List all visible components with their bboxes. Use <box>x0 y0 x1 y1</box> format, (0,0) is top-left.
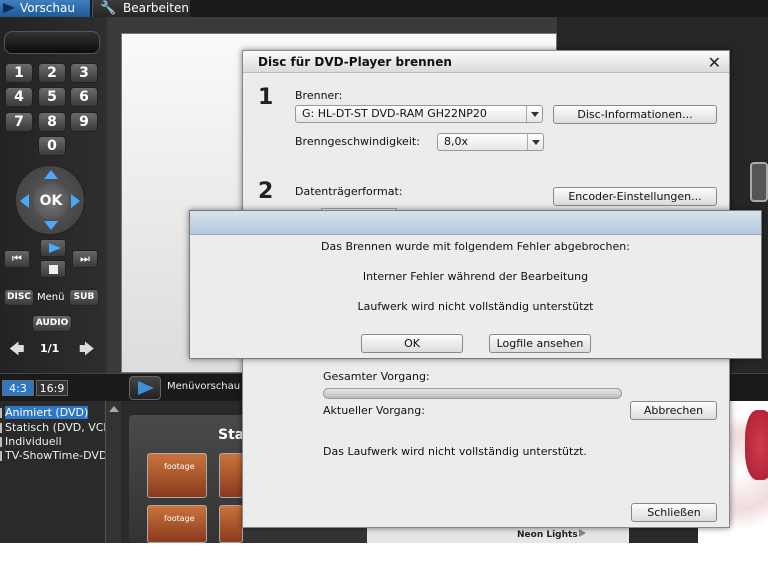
thumbnail-label: footage <box>164 514 195 523</box>
side-control[interactable] <box>750 162 768 202</box>
remote-key-7[interactable]: 7 <box>5 112 33 132</box>
step-number-2: 2 <box>258 179 274 204</box>
template-thumbnail[interactable] <box>219 453 243 498</box>
burner-label: Brenner: <box>295 89 343 102</box>
burn-dialog-titlebar: Disc für DVD-Player brennen ✕ <box>243 51 729 73</box>
error-ok-button[interactable]: OK <box>361 334 463 353</box>
menu-preview-button[interactable] <box>129 376 161 400</box>
remote-disc-button[interactable]: DISC <box>4 289 34 306</box>
step-number-1: 1 <box>258 85 274 110</box>
skip-back-icon: ⏮ <box>12 252 22 265</box>
remote-key-6[interactable]: 6 <box>70 87 98 107</box>
play-triangle-icon <box>3 3 15 13</box>
ratio-16-9-button[interactable]: 16:9 <box>36 380 68 396</box>
encoder-settings-button[interactable]: Encoder-Einstellungen... <box>553 187 717 206</box>
remote-key-0[interactable]: 0 <box>38 136 66 156</box>
template-thumbnail[interactable] <box>219 505 243 543</box>
tab-preview[interactable]: Vorschau <box>0 0 90 17</box>
ratio-4-3-button[interactable]: 4:3 <box>2 380 34 396</box>
current-progress-label: Aktueller Vorgang: <box>323 404 425 417</box>
error-message-detail: Interner Fehler während der Bearbeitung <box>362 270 589 283</box>
play-triangle-icon <box>579 529 586 537</box>
error-message-heading: Das Brennen wurde mit folgendem Fehler a… <box>321 240 630 253</box>
remote-control-panel: 1 2 3 4 5 6 7 8 9 0 OK ⏮ ⏭ DISC Menü SUB… <box>0 17 107 373</box>
close-button[interactable]: Schließen <box>631 503 717 522</box>
total-progress-label: Gesamter Vorgang: <box>323 370 430 383</box>
arrow-up-icon[interactable] <box>44 170 58 179</box>
burn-speed-label: Brenngeschwindigkeit: <box>295 135 420 148</box>
disc-format-label: Datenträgerformat: <box>295 185 403 198</box>
error-dialog-titlebar <box>190 211 761 235</box>
menu-list-scrollbar[interactable] <box>105 401 121 543</box>
arrow-right-icon[interactable] <box>71 194 80 208</box>
error-dialog: Das Brennen wurde mit folgendem Fehler a… <box>189 210 762 359</box>
view-logfile-button[interactable]: Logfile ansehen <box>489 334 591 353</box>
total-progress-bar <box>323 388 622 399</box>
burner-select[interactable]: G: HL-DT-ST DVD-RAM GH22NP20 <box>295 105 543 123</box>
remote-page-counter: 1/1 <box>40 342 60 355</box>
neon-lights-label: Neon Lights <box>517 530 578 540</box>
remote-key-5[interactable]: 5 <box>38 87 66 107</box>
previous-chapter-button[interactable]: ⏮ <box>4 250 30 268</box>
remote-key-1[interactable]: 1 <box>5 63 33 83</box>
burn-speed-select[interactable]: 8,0x <box>437 133 544 151</box>
tab-edit-label: Bearbeiten <box>123 1 189 15</box>
remote-display <box>4 31 100 54</box>
burn-speed-value: 8,0x <box>444 135 469 148</box>
thumbnail-label: footage <box>164 462 195 471</box>
remote-menu-label[interactable]: Menü <box>37 292 64 303</box>
remote-sub-button[interactable]: SUB <box>69 289 99 306</box>
remote-key-9[interactable]: 9 <box>70 112 98 132</box>
menu-item-tv-showtime[interactable]: TV-ShowTime-DVD <box>0 449 107 463</box>
chevron-down-icon <box>526 106 542 122</box>
remote-play-button[interactable] <box>40 239 66 257</box>
template-thumbnail[interactable]: footage <box>147 505 207 543</box>
arrow-down-icon[interactable] <box>44 221 58 230</box>
remote-stop-button[interactable] <box>40 260 66 278</box>
chevron-down-icon <box>527 134 543 150</box>
template-thumbnail[interactable]: footage <box>147 453 207 498</box>
remote-dpad: OK <box>15 165 85 235</box>
menu-item-label: Animiert (DVD) <box>5 406 89 419</box>
page-right-icon[interactable]: 🡆 <box>79 339 95 364</box>
menu-preview-label: Menüvorschau <box>167 381 241 392</box>
menu-type-list: Animiert (DVD) Statisch (DVD, VCD, Indiv… <box>0 401 115 543</box>
menu-item-label: Statisch (DVD, VCD, <box>5 421 116 434</box>
cancel-button[interactable]: Abbrechen <box>630 401 717 420</box>
menu-item-animated[interactable]: Animiert (DVD) <box>0 406 89 420</box>
remote-key-3[interactable]: 3 <box>70 63 98 83</box>
disc-info-button[interactable]: Disc-Informationen... <box>553 105 717 124</box>
close-icon[interactable]: ✕ <box>708 52 721 74</box>
menu-item-label: Individuell <box>5 435 62 448</box>
wrench-icon: 🔧 <box>100 1 117 16</box>
remote-ok-button[interactable]: OK <box>33 183 69 219</box>
error-message-reason: Laufwerk wird nicht vollständig unterstü… <box>357 300 594 313</box>
next-chapter-button[interactable]: ⏭ <box>72 250 98 268</box>
decorative-shape <box>745 410 768 480</box>
burn-dialog-title: Disc für DVD-Player brennen <box>258 55 452 69</box>
menu-item-static[interactable]: Statisch (DVD, VCD, <box>0 421 115 435</box>
tab-edit[interactable]: 🔧 Bearbeiten <box>92 0 190 17</box>
page-left-icon[interactable]: 🡄 <box>9 339 25 364</box>
remote-key-8[interactable]: 8 <box>38 112 66 132</box>
remote-audio-button[interactable]: AUDIO <box>32 315 72 332</box>
menu-item-custom[interactable]: Individuell <box>0 435 62 449</box>
skip-forward-icon: ⏭ <box>80 252 90 265</box>
burn-status-text: Das Laufwerk wird nicht vollständig unte… <box>323 445 587 458</box>
arrow-left-icon[interactable] <box>20 194 29 208</box>
top-tab-bar: Vorschau 🔧 Bearbeiten <box>0 0 768 17</box>
burner-value: G: HL-DT-ST DVD-RAM GH22NP20 <box>302 107 487 120</box>
menu-item-label: TV-ShowTime-DVD <box>5 449 108 462</box>
tab-preview-label: Vorschau <box>20 1 75 15</box>
remote-key-2[interactable]: 2 <box>38 63 66 83</box>
remote-key-4[interactable]: 4 <box>5 87 33 107</box>
